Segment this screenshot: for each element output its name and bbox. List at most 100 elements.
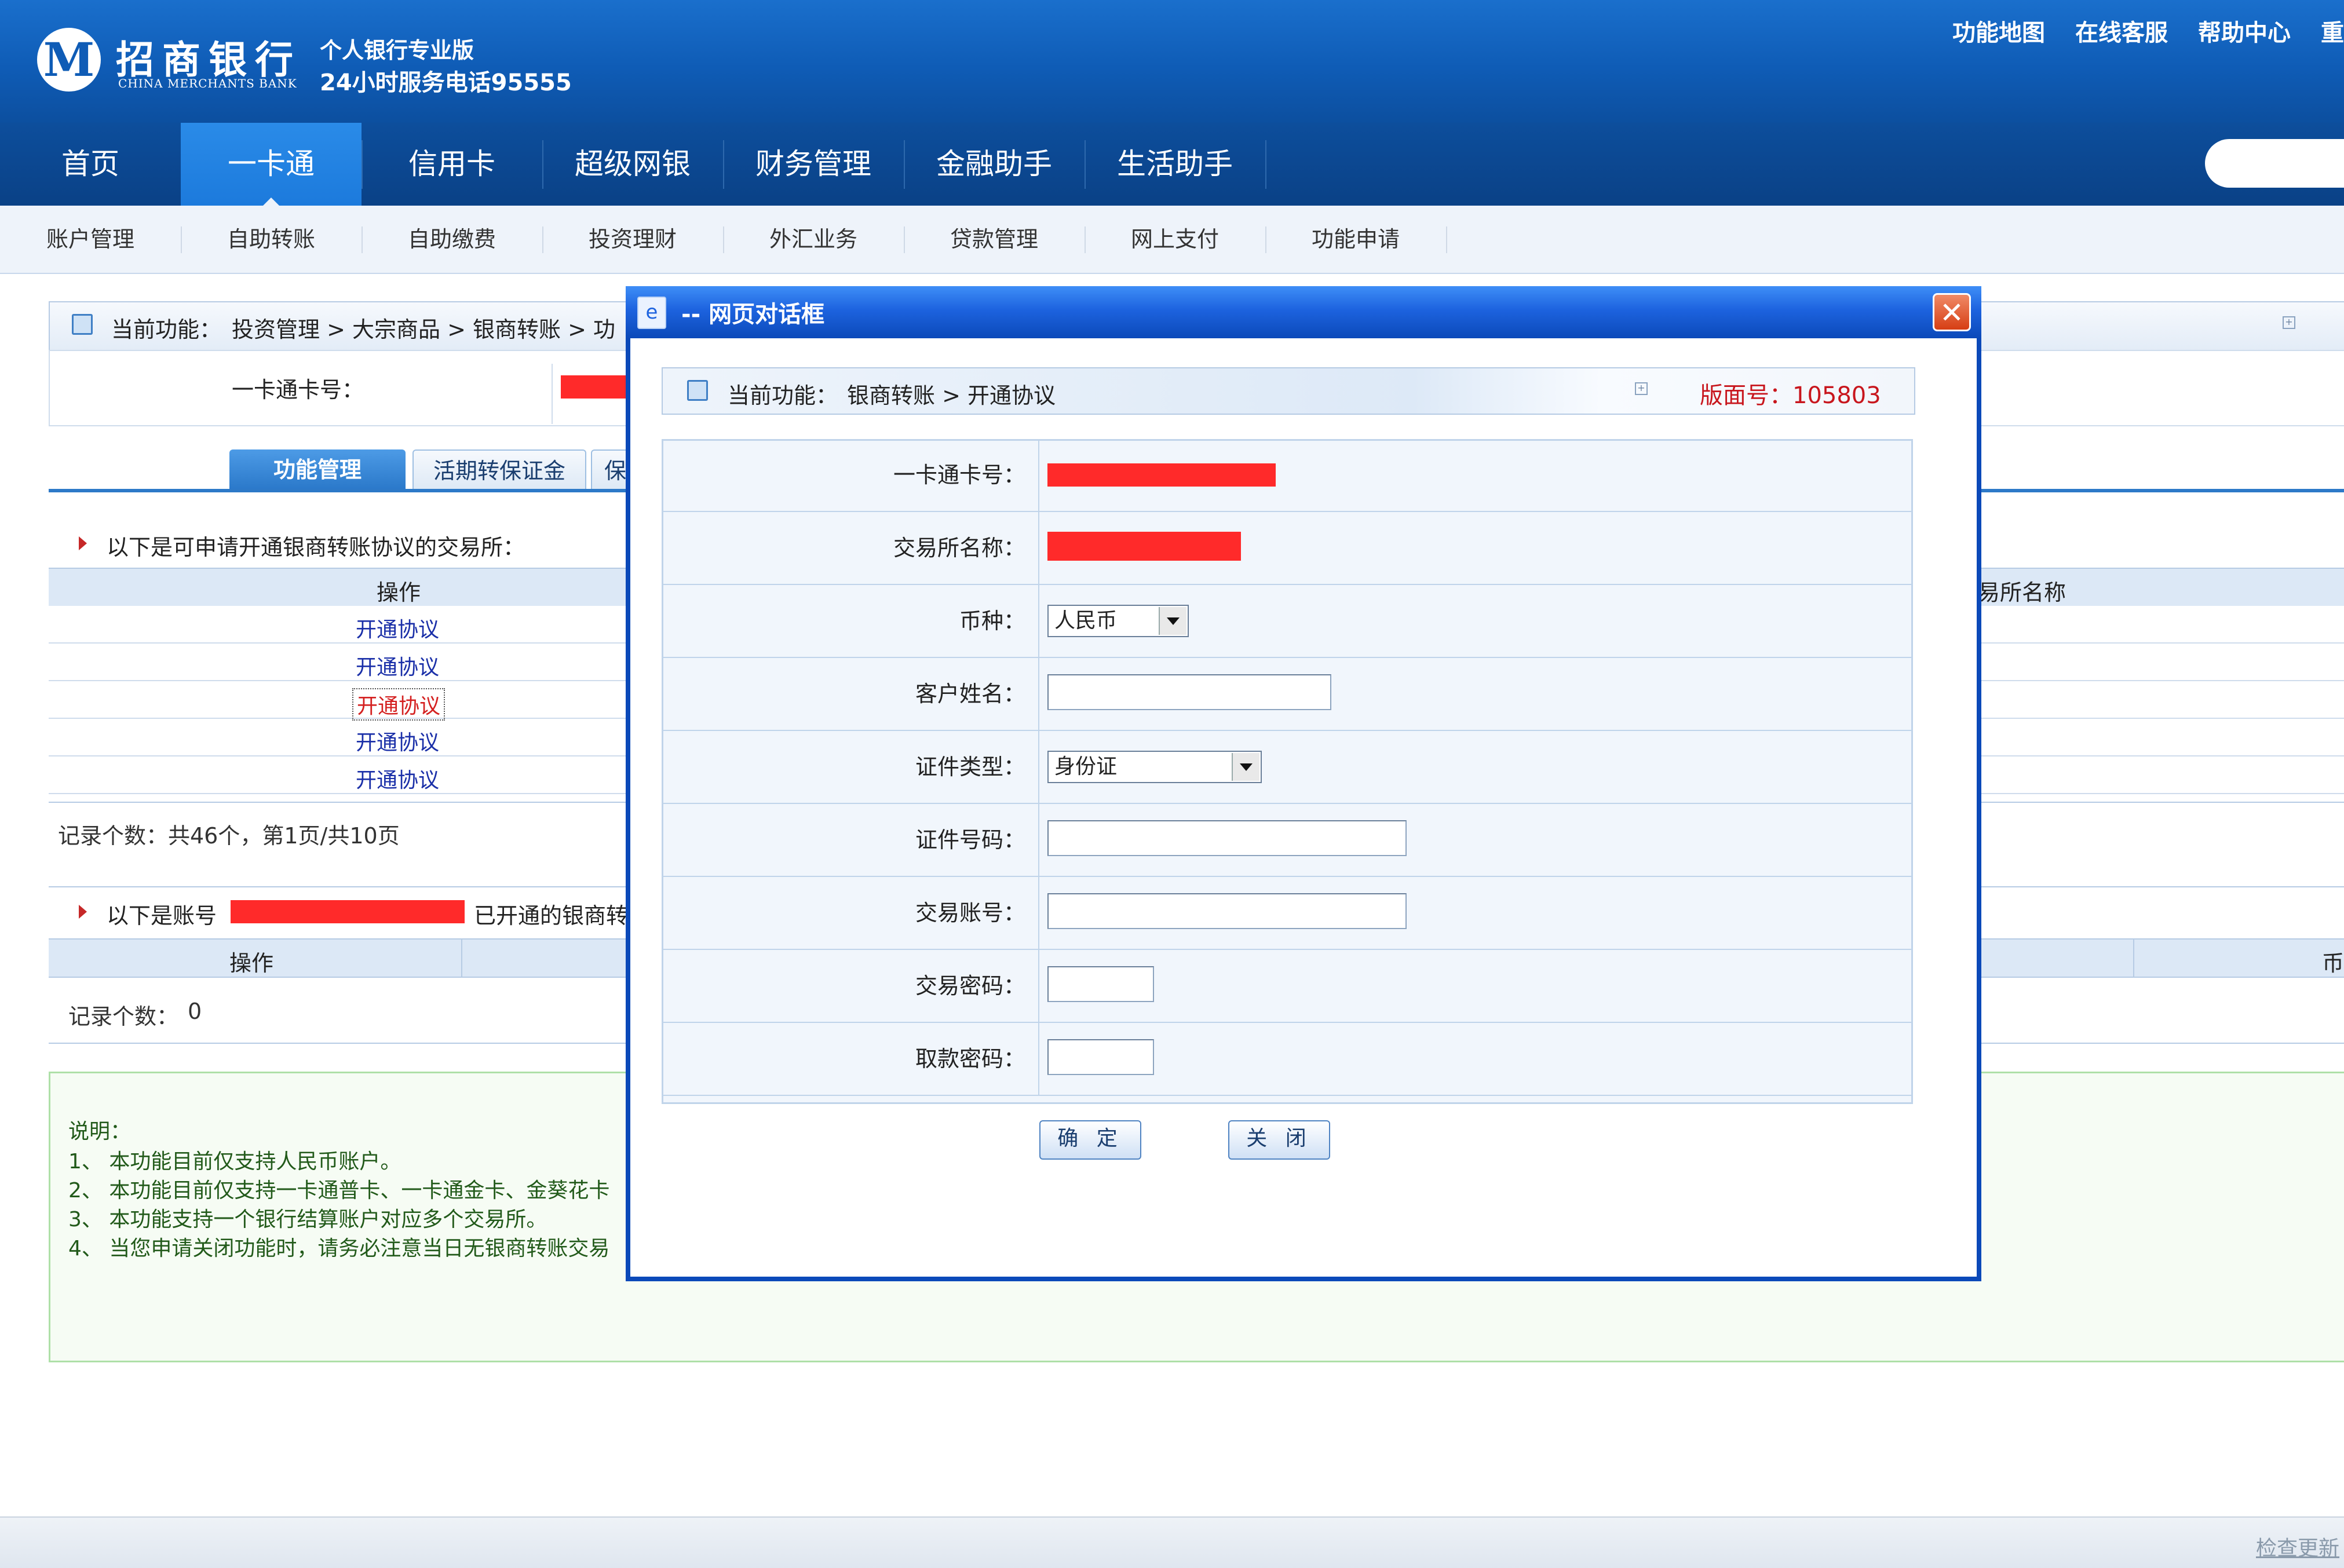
currency-select[interactable]: 人民币 [1047, 605, 1189, 637]
section-arrow-icon [79, 905, 87, 919]
close-icon[interactable]: ✕ [1933, 293, 1971, 331]
trade-account-label: 交易账号： [915, 900, 1025, 926]
row-currency: 币种： 人民币 [662, 585, 1913, 658]
nav-tab-fin-assistant[interactable]: 金融助手 [904, 123, 1085, 206]
account-redacted [231, 900, 465, 923]
bank-name-english: CHINA MERCHANTS BANK [118, 76, 297, 90]
row-trade-account: 交易账号： [662, 877, 1913, 950]
col-operation: 操作 [377, 580, 421, 605]
check-update-link[interactable]: 检查更新 [2256, 1532, 2339, 1562]
currency-label: 币种： [959, 608, 1025, 634]
row-withdraw-password: 取款密码： [662, 1023, 1913, 1096]
breadcrumb-icon [687, 380, 708, 401]
records-count-2-label: 记录个数： [68, 1004, 179, 1029]
search-input[interactable] [2205, 139, 2344, 188]
row-id-number: 证件号码： [662, 804, 1913, 877]
records-count-1: 记录个数：共46个，第1页/共10页 [58, 823, 400, 849]
tab-demand-to-margin[interactable]: 活期转保证金 [412, 449, 586, 491]
row-id-type: 证件类型： 身份证 [662, 731, 1913, 804]
card-number-redacted [561, 375, 630, 399]
exchange-name-label: 交易所名称： [893, 535, 1025, 561]
col2-operation: 操作 [229, 951, 274, 976]
open-agreement-link-2[interactable]: 开通协议 [356, 650, 439, 681]
open-agreement-link-4[interactable]: 开通协议 [356, 726, 439, 756]
subnav-online-pay[interactable]: 网上支付 [1085, 206, 1265, 273]
subnav-account[interactable]: 账户管理 [0, 206, 181, 273]
withdraw-password-input[interactable] [1047, 1039, 1154, 1075]
open-agreement-link-5[interactable]: 开通协议 [356, 763, 439, 794]
note-2: 2、 本功能目前仅支持一卡通普卡、一卡通金卡、金葵花卡 [68, 1179, 610, 1203]
open-agreement-link-3[interactable]: 开通协议 [352, 688, 446, 721]
exchange-name-redacted [1047, 532, 1241, 561]
row-card-number: 一卡通卡号： [662, 439, 1913, 512]
top-link-help[interactable]: 帮助中心 [2198, 14, 2291, 47]
top-link-partial[interactable]: 重 [2321, 14, 2344, 47]
trade-account-input[interactable] [1047, 893, 1407, 929]
nav-tab-card[interactable]: 一卡通 [181, 123, 362, 206]
subnav-forex[interactable]: 外汇业务 [723, 206, 904, 273]
withdraw-password-label: 取款密码： [915, 1046, 1025, 1072]
trade-password-input[interactable] [1047, 966, 1154, 1002]
close-button[interactable]: 关 闭 [1228, 1120, 1330, 1160]
id-type-value: 身份证 [1054, 755, 1118, 778]
note-3: 3、 本功能支持一个银行结算账户对应多个交易所。 [68, 1208, 547, 1231]
customer-name-input[interactable] [1047, 674, 1331, 710]
dialog-title: -- 网页对话框 [681, 301, 825, 328]
dialog-breadcrumb-label: 当前功能： [728, 383, 838, 408]
id-type-select[interactable]: 身份证 [1047, 751, 1262, 783]
breadcrumb-label: 当前功能： [111, 317, 222, 342]
tab-function-manage[interactable]: 功能管理 [229, 449, 406, 490]
customer-name-label: 客户姓名： [915, 681, 1025, 707]
page: { "header": { "logo_glyph": "M", "bank_n… [0, 0, 2344, 1568]
edition-label: 个人银行专业版 [320, 38, 474, 63]
open-agreement-link-1[interactable]: 开通协议 [356, 613, 439, 643]
subnav-loan[interactable]: 贷款管理 [904, 206, 1085, 273]
trade-password-label: 交易密码： [915, 973, 1025, 999]
row-trade-password: 交易密码： [662, 950, 1913, 1023]
hotline-label: 24小时服务电话95555 [320, 70, 572, 96]
row-exchange-name: 交易所名称： [662, 512, 1913, 585]
dialog-app-icon: e [637, 297, 666, 329]
version-label: 版面号：105803 [1700, 382, 1881, 409]
dropdown-arrow-icon[interactable] [1232, 753, 1259, 781]
id-number-label: 证件号码： [915, 827, 1025, 853]
note-4: 4、 当您申请关闭功能时，请务必注意当日无银商转账交易 [68, 1237, 610, 1260]
currency-value: 人民币 [1054, 609, 1118, 633]
row-customer-name: 客户姓名： [662, 658, 1913, 731]
nav-tab-home[interactable]: 首页 [0, 123, 181, 206]
nav-tab-life-assistant[interactable]: 生活助手 [1085, 123, 1265, 206]
subnav-apply[interactable]: 功能申请 [1265, 206, 1446, 273]
top-link-sitemap[interactable]: 功能地图 [1952, 14, 2045, 47]
main-nav: 首页 一卡通 信用卡 超级网银 财务管理 金融助手 生活助手 [0, 123, 2344, 206]
section1-title: 以下是可申请开通银商转账协议的交易所： [107, 535, 525, 560]
section-arrow-icon [79, 536, 87, 550]
subnav-payment[interactable]: 自助缴费 [362, 206, 542, 273]
breadcrumb: 投资管理 > 大宗商品 > 银商转账 > 功 [232, 317, 615, 342]
footer-bar [0, 1516, 2344, 1568]
dialog-breadcrumb: 银商转账 > 开通协议 [847, 383, 1056, 408]
bank-logo-icon[interactable]: M [37, 28, 101, 92]
note-1: 1、 本功能目前仅支持人民币账户。 [68, 1150, 401, 1174]
breadcrumb-icon [72, 314, 93, 335]
id-type-label: 证件类型： [915, 754, 1025, 780]
section2-prefix: 以下是账号 [107, 903, 217, 929]
subnav-transfer[interactable]: 自助转账 [181, 206, 362, 273]
nav-tab-finance[interactable]: 财务管理 [723, 123, 904, 206]
section2-suffix: 已开通的银商转 [474, 903, 629, 929]
sub-nav: 账户管理 自助转账 自助缴费 投资理财 外汇业务 贷款管理 网上支付 功能申请 [0, 206, 2344, 274]
col2-currency: 币 [2322, 951, 2344, 976]
dropdown-arrow-icon[interactable] [1159, 607, 1186, 635]
notes-title: 说明： [68, 1120, 132, 1143]
top-links: 功能地图 在线客服 帮助中心 重 [1952, 14, 2344, 47]
card-number-redacted [1047, 463, 1276, 487]
subnav-investment[interactable]: 投资理财 [542, 206, 723, 273]
id-number-input[interactable] [1047, 820, 1407, 856]
expand-icon[interactable]: + [2283, 316, 2295, 329]
nav-tab-credit-card[interactable]: 信用卡 [362, 123, 542, 206]
dialog-titlebar[interactable]: e -- 网页对话框 [626, 286, 1981, 338]
expand-icon[interactable]: + [1635, 382, 1648, 395]
nav-tab-super-ebank[interactable]: 超级网银 [542, 123, 723, 206]
top-link-online-service[interactable]: 在线客服 [2075, 14, 2168, 47]
confirm-button[interactable]: 确 定 [1039, 1120, 1141, 1160]
records-count-2-value: 0 [188, 999, 202, 1024]
